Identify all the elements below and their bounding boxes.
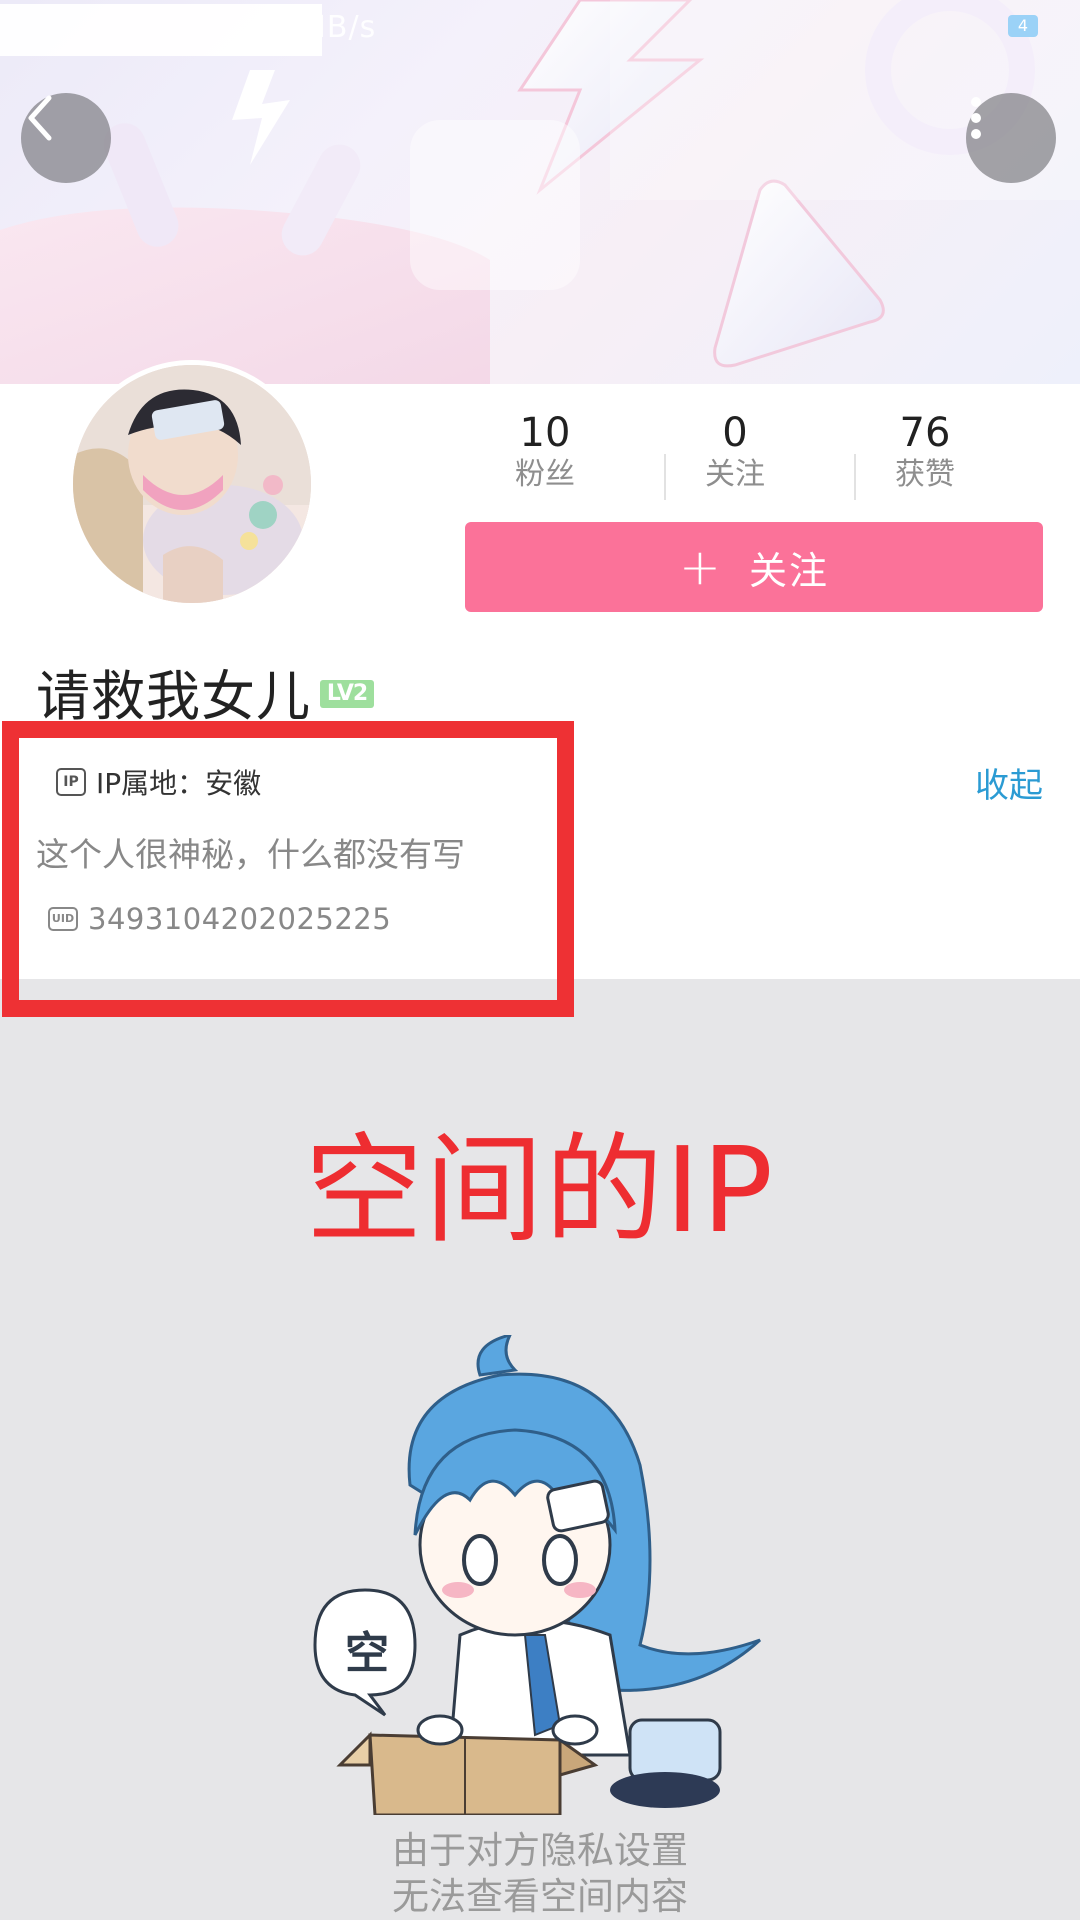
empty-state-illustration: 空 <box>310 1332 780 1817</box>
plus-icon: + <box>679 538 723 596</box>
status-redaction <box>0 4 322 56</box>
username: 请救我女儿 <box>36 665 311 728</box>
network-speed: MB/s <box>300 10 377 45</box>
annotation-highlight-box <box>2 721 574 1017</box>
stat-following[interactable]: 0 关注 <box>660 410 810 494</box>
chevron-left-icon <box>28 95 52 141</box>
followers-count: 10 <box>519 410 571 456</box>
battery-indicator: 4 <box>1008 15 1038 37</box>
profile-stats: 10 粉丝 0 关注 76 获赞 <box>470 410 1060 500</box>
avatar[interactable] <box>68 360 316 608</box>
follow-button[interactable]: + 关注 <box>465 522 1043 612</box>
more-button[interactable] <box>966 93 1056 183</box>
annotation-title: 空间的IP <box>305 1121 775 1259</box>
stat-likes[interactable]: 76 获赞 <box>850 410 1000 494</box>
likes-count: 76 <box>899 410 951 456</box>
avatar-image <box>73 365 311 603</box>
follow-button-label: 关注 <box>748 548 829 593</box>
empty-state-line-2: 无法查看空间内容 <box>392 1875 688 1918</box>
back-button[interactable] <box>21 93 111 183</box>
empty-state-message: 由于对方隐私设置 无法查看空间内容 <box>0 1828 1080 1920</box>
mascot-image <box>313 1332 762 1817</box>
status-bar: MB/s 4 <box>0 0 1080 56</box>
banner-illustration <box>0 0 1080 384</box>
likes-label: 获赞 <box>895 457 955 492</box>
level-badge: LV2 <box>320 680 374 708</box>
collapse-link[interactable]: 收起 <box>975 758 1043 807</box>
speech-bubble-text: 空 <box>345 1628 389 1679</box>
followers-label: 粉丝 <box>515 457 575 492</box>
following-count: 0 <box>722 410 748 456</box>
following-label: 关注 <box>705 457 765 492</box>
profile-banner: MB/s 4 <box>0 0 1080 384</box>
more-vertical-icon <box>971 97 981 139</box>
stat-followers[interactable]: 10 粉丝 <box>470 410 620 494</box>
empty-state-line-1: 由于对方隐私设置 <box>392 1829 688 1872</box>
